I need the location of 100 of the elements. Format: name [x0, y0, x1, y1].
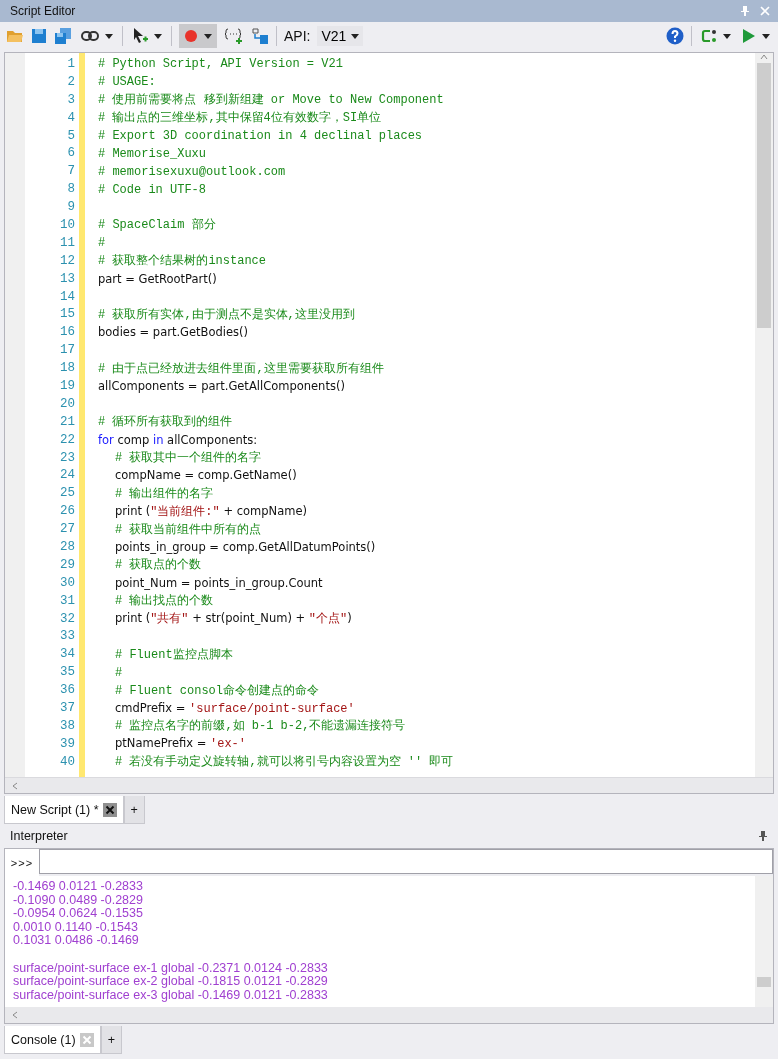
line-number: 28	[59, 540, 75, 554]
line-number: 17	[59, 343, 75, 358]
code-token: for	[98, 432, 114, 447]
convert-icon[interactable]	[251, 27, 269, 45]
code-token: # 获取所有实体,由于测点不是实体,这里没用到	[98, 307, 355, 322]
line-number: 13	[59, 271, 75, 286]
line-number: 10	[59, 217, 75, 232]
code-token: "个点"	[308, 612, 348, 627]
code-token: "当前组件:"	[150, 504, 220, 519]
code-token: ptNamePrefix =	[115, 736, 208, 751]
code-token: 'surface/point-surface'	[189, 701, 355, 716]
console-tab[interactable]: Console (1)	[4, 1026, 101, 1054]
loop-icon[interactable]	[701, 28, 717, 44]
scroll-up-icon[interactable]	[760, 53, 768, 61]
code-token: comp	[116, 432, 151, 447]
code-token: # 若没有手动定义旋转轴,就可以将引号内容设置为空 '' 即可	[115, 755, 454, 770]
output-line: surface/point-surface ex-3 global -0.1469 0.0121 -0.2833	[13, 987, 328, 1002]
panel-title: Interpreter	[10, 829, 68, 843]
scroll-left-icon[interactable]	[11, 781, 19, 790]
line-number: 7	[66, 164, 75, 179]
save-all-icon[interactable]	[54, 28, 72, 44]
line-number: 14	[59, 289, 75, 304]
folder-icon[interactable]	[6, 28, 24, 44]
line-number: 29	[59, 557, 75, 572]
code-token: # 使用前需要将点 移到新组建 or Move to New Component	[98, 93, 444, 108]
line-number: 1	[66, 56, 75, 71]
line-number: 32	[59, 611, 75, 626]
editor-tab[interactable]: New Script (1) *	[4, 796, 124, 824]
code-token: part = GetRootPart()	[98, 271, 217, 286]
code-token: + compName)	[222, 503, 307, 518]
scroll-left-icon[interactable]	[11, 1011, 19, 1019]
output-line: surface/point-surface ex-2 global -0.1815 0.0121 -0.2829	[13, 974, 328, 989]
run-icon[interactable]	[742, 28, 756, 44]
code-editor[interactable]	[4, 52, 774, 794]
console-tab[interactable]: +	[100, 1026, 122, 1054]
insert-block-icon[interactable]	[224, 27, 244, 45]
line-number: 23	[59, 450, 75, 465]
horizontal-scrollbar[interactable]	[5, 1007, 773, 1023]
code-token: # SpaceClaim 部分	[98, 218, 216, 233]
code-token: # 输出组件的名字	[115, 486, 214, 501]
chain-link-icon[interactable]	[81, 31, 99, 41]
editor-tab[interactable]: +	[123, 796, 145, 824]
api-label: API:	[284, 28, 311, 44]
line-number: 24	[59, 468, 75, 483]
output-line: surface/point-surface ex-1 global -0.2371 0.0124 -0.2833	[13, 960, 328, 975]
help-icon[interactable]	[666, 27, 684, 45]
code-token: # Code in UTF-8	[98, 182, 207, 197]
horizontal-scrollbar[interactable]	[5, 777, 773, 793]
api-version-dropdown[interactable]: V21	[317, 26, 364, 46]
code-token: + str(point_Num) +	[191, 611, 307, 626]
line-number: 21	[59, 414, 75, 429]
line-number: 40	[59, 754, 75, 769]
code-token: # Export 3D coordination in 4 declinal places	[98, 129, 423, 143]
code-token: # 输出找点的个数	[115, 594, 214, 609]
close-icon[interactable]	[102, 802, 117, 817]
line-number: 2	[66, 74, 75, 89]
code-token: # 由于点已经放进去组件里面,这里需要获取所有组件	[98, 361, 384, 376]
caret-icon[interactable]	[105, 33, 113, 39]
code-token: allComponents:	[166, 432, 258, 447]
line-number: 8	[66, 182, 75, 197]
line-number: 5	[66, 128, 75, 143]
line-number: 26	[59, 504, 75, 519]
line-number: 22	[59, 432, 75, 447]
window-title: Script Editor	[10, 4, 76, 18]
record-icon	[184, 29, 198, 43]
code-token: # Python Script, API Version = V21	[98, 57, 343, 72]
code-token: in	[153, 432, 164, 447]
output-line: -0.1469 0.0121 -0.2833	[13, 879, 143, 893]
code-token: allComponents = part.GetAllComponents()	[98, 378, 345, 393]
code-token: # 循环所有获取到的组件	[98, 415, 233, 430]
line-number: 12	[59, 253, 75, 268]
code-token: "共有"	[150, 612, 189, 627]
code-token: )	[347, 611, 352, 626]
record-button[interactable]	[179, 24, 217, 48]
line-number: 18	[59, 361, 75, 376]
line-number: 39	[59, 736, 75, 751]
code-token: compName = comp.GetName()	[115, 468, 297, 483]
line-number: 38	[59, 718, 75, 733]
code-token: # 获取其中一个组件的名字	[115, 451, 262, 466]
pin-icon[interactable]	[758, 830, 768, 842]
caret-icon[interactable]	[154, 33, 162, 39]
code-token: print (	[115, 503, 151, 518]
code-token: #	[98, 236, 106, 251]
line-number: 35	[59, 665, 75, 680]
save-icon[interactable]	[31, 28, 47, 44]
vertical-scrollbar[interactable]	[755, 53, 773, 777]
output-line: -0.1090 0.0489 -0.2829	[13, 892, 143, 907]
caret-icon[interactable]	[762, 33, 770, 39]
line-number: 30	[59, 575, 75, 590]
command-input[interactable]	[39, 849, 773, 874]
pointer-plus-icon[interactable]	[132, 27, 148, 45]
line-number: 9	[66, 200, 75, 215]
caret-icon	[204, 33, 212, 39]
output-line: 0.1031 0.0486 -0.1469	[13, 933, 139, 948]
vertical-scrollbar[interactable]	[755, 876, 773, 1007]
caret-icon[interactable]	[723, 33, 731, 39]
code-token: # Fluent监控点脚本	[115, 647, 233, 662]
code-token: # Memorise_Xuxu	[98, 146, 207, 161]
code-token: points_in_group = comp.GetAllDatumPoints()	[115, 540, 376, 554]
code-token: # USAGE:	[98, 75, 156, 90]
